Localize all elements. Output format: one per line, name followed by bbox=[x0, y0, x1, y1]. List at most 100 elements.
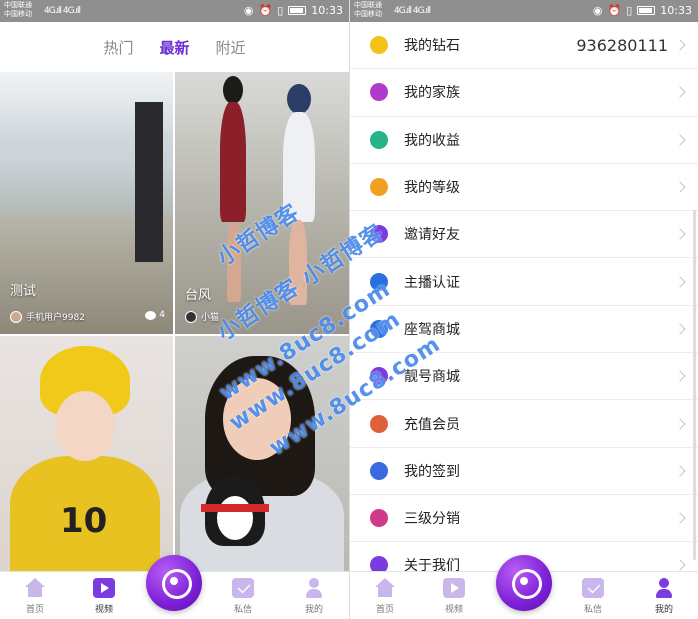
bell-icon bbox=[370, 461, 388, 480]
profile-menu: 我的钻石 936280111 我的家族 我的收益 我的等级 邀请好友 主播认证 座驾商城 靓号商… bbox=[350, 22, 698, 590]
video-grid: 测试 手机用户9982 4 台风 小猫 10 bbox=[0, 72, 349, 572]
scrollbar[interactable] bbox=[693, 210, 696, 560]
video-title: 台风 bbox=[185, 288, 212, 303]
chevron-right-icon bbox=[674, 559, 686, 572]
nav-video[interactable]: 视频 bbox=[79, 578, 129, 615]
family-icon bbox=[370, 83, 388, 102]
chevron-right-icon bbox=[674, 134, 686, 146]
nav-messages-label: 私信 bbox=[233, 605, 252, 615]
carrier-2: 中国移动 bbox=[354, 10, 382, 18]
home-icon bbox=[24, 578, 46, 598]
eye-icon: ◉ bbox=[243, 4, 254, 17]
menu-item-label: 三级分销 bbox=[404, 511, 460, 528]
distribution-icon bbox=[370, 509, 388, 528]
menu-item-distribution[interactable]: 三级分销 bbox=[350, 495, 698, 543]
video-icon bbox=[443, 578, 465, 598]
video-icon bbox=[93, 578, 115, 598]
status-bar: 中国联通 中国移动 4G.ıll 4G.ıll ◉ ⏰ ▯ 10:33 bbox=[350, 0, 698, 22]
profile-menu-screen: 中国联通 中国移动 4G.ıll 4G.ıll ◉ ⏰ ▯ 10:33 我的钻石… bbox=[349, 0, 698, 619]
author-name: 手机用户9982 bbox=[26, 313, 85, 323]
nav-messages[interactable]: 私信 bbox=[218, 578, 268, 615]
nav-home-label: 首页 bbox=[375, 605, 394, 615]
chevron-right-icon bbox=[674, 181, 686, 193]
nav-home[interactable]: 首页 bbox=[360, 578, 410, 615]
nav-me[interactable]: 我的 bbox=[289, 578, 339, 615]
comment-number: 4 bbox=[159, 310, 165, 320]
feed-tabs: 热门 最新 附近 bbox=[0, 22, 349, 72]
income-icon bbox=[370, 130, 388, 149]
go-live-button[interactable] bbox=[146, 555, 202, 611]
tab-latest[interactable]: 最新 bbox=[159, 37, 189, 58]
menu-item-certify[interactable]: 主播认证 bbox=[350, 258, 698, 306]
menu-item-vip[interactable]: 充值会员 bbox=[350, 400, 698, 448]
menu-item-label: 充值会员 bbox=[404, 416, 460, 433]
signal-icon: 4G.ıll 4G.ıll bbox=[394, 6, 431, 16]
nav-me-label: 我的 bbox=[654, 605, 673, 615]
video-thumbnail-door bbox=[135, 102, 163, 262]
nav-me-label: 我的 bbox=[304, 605, 323, 615]
user-icon bbox=[303, 578, 325, 598]
tab-hot[interactable]: 热门 bbox=[103, 37, 133, 58]
nav-video-label: 视频 bbox=[444, 605, 463, 615]
video-thumbnail-person bbox=[223, 76, 243, 104]
nav-home[interactable]: 首页 bbox=[10, 578, 60, 615]
go-live-button[interactable] bbox=[496, 555, 552, 611]
comment-icon bbox=[145, 310, 157, 320]
menu-item-label: 我的等级 bbox=[404, 180, 460, 197]
menu-item-diamond[interactable]: 我的钻石 936280111 bbox=[350, 22, 698, 70]
nav-messages[interactable]: 私信 bbox=[568, 578, 618, 615]
menu-item-bell[interactable]: 我的签到 bbox=[350, 448, 698, 495]
vibrate-icon: ▯ bbox=[626, 4, 633, 17]
menu-item-label: 主播认证 bbox=[404, 274, 460, 291]
video-card-3[interactable]: 10 bbox=[0, 336, 173, 572]
carrier-1: 中国联通 bbox=[354, 1, 382, 9]
menu-item-level[interactable]: 我的等级 bbox=[350, 164, 698, 212]
menu-item-label: 我的签到 bbox=[404, 463, 460, 480]
status-right: ◉ ⏰ ▯ 10:33 bbox=[593, 4, 692, 17]
battery-icon bbox=[637, 6, 656, 15]
tab-nearby[interactable]: 附近 bbox=[216, 37, 246, 58]
penguin-belly bbox=[217, 496, 253, 540]
clock: 10:33 bbox=[311, 4, 343, 17]
status-right: ◉ ⏰ ▯ 10:33 bbox=[244, 4, 343, 17]
level-icon bbox=[370, 178, 388, 197]
vip-icon bbox=[370, 414, 388, 433]
avatar bbox=[10, 310, 22, 323]
video-card-1[interactable]: 测试 手机用户9982 4 bbox=[0, 72, 173, 334]
comment-count: 4 bbox=[145, 310, 165, 320]
nav-messages-label: 私信 bbox=[583, 605, 602, 615]
chevron-right-icon bbox=[674, 417, 686, 430]
avatar bbox=[185, 310, 197, 323]
alarm-icon: ⏰ bbox=[607, 4, 622, 17]
carrier-1: 中国联通 bbox=[4, 1, 32, 9]
menu-item-value: 936280111 bbox=[576, 35, 668, 55]
chevron-right-icon bbox=[674, 228, 686, 240]
chevron-right-icon bbox=[674, 512, 686, 524]
penguin-scarf bbox=[201, 504, 269, 512]
menu-item-label: 邀请好友 bbox=[404, 227, 460, 244]
menu-item-label: 我的家族 bbox=[404, 85, 460, 102]
menu-item-income[interactable]: 我的收益 bbox=[350, 117, 698, 164]
vibrate-icon: ▯ bbox=[277, 4, 284, 17]
chevron-right-icon bbox=[674, 86, 686, 99]
mail-icon bbox=[232, 578, 254, 598]
video-title: 测试 bbox=[10, 284, 37, 299]
video-thumbnail-face bbox=[55, 391, 115, 461]
home-icon bbox=[374, 578, 396, 598]
video-thumbnail-dress bbox=[220, 102, 246, 222]
chevron-right-icon bbox=[674, 465, 686, 477]
video-thumbnail-person-2 bbox=[287, 84, 311, 114]
menu-item-family[interactable]: 我的家族 bbox=[350, 69, 698, 117]
user-icon bbox=[653, 578, 675, 598]
chevron-right-icon bbox=[674, 275, 686, 288]
battery-icon bbox=[288, 6, 307, 15]
video-thumbnail-print: 10 bbox=[60, 501, 108, 541]
nav-me[interactable]: 我的 bbox=[639, 578, 689, 615]
signal-icon: 4G.ıll 4G.ıll bbox=[44, 6, 81, 16]
video-author: 手机用户9982 bbox=[10, 310, 85, 323]
menu-item-invite[interactable]: 邀请好友 bbox=[350, 211, 698, 259]
nav-video-label: 视频 bbox=[94, 605, 113, 615]
chevron-right-icon bbox=[674, 370, 686, 382]
menu-item-label: 我的钻石 bbox=[404, 38, 460, 55]
nav-video[interactable]: 视频 bbox=[429, 578, 479, 615]
